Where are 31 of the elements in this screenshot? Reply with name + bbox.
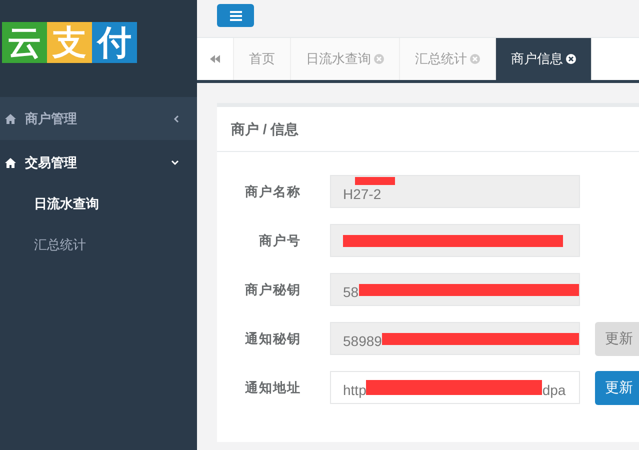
field-label: 通知秘钥 (244, 330, 301, 348)
input-field[interactable]: H27-2 (330, 175, 580, 208)
logo-tile: 支 (47, 22, 92, 63)
field-label: 商户秘钥 (244, 280, 301, 298)
logo-tile: 付 (92, 22, 137, 63)
input-field[interactable]: 58 (330, 273, 580, 306)
menu-item[interactable]: 商户管理 (0, 97, 197, 140)
field-label: 通知地址 (244, 378, 301, 396)
menu-icon (230, 10, 242, 20)
close-icon[interactable] (566, 54, 576, 64)
input-field[interactable] (330, 224, 580, 257)
input-field[interactable]: http dpa (330, 371, 580, 404)
tab[interactable]: 首页 (234, 38, 291, 80)
chevron-down-icon (171, 160, 179, 166)
menu-button[interactable] (217, 4, 254, 27)
submenu-item[interactable]: 汇总统计 (0, 227, 197, 268)
update-button[interactable]: 更新 (595, 322, 639, 356)
submenu-item[interactable]: 日流水查询 (0, 186, 197, 227)
home-icon (5, 158, 16, 168)
card-title: 商户 / 信息 (217, 107, 639, 152)
home-icon (5, 114, 16, 124)
chevron-left-icon (173, 114, 179, 122)
tab[interactable]: 日流水查询 (291, 38, 400, 80)
logo-tile: 云 (2, 22, 47, 63)
tab[interactable]: 商户信息 (496, 38, 592, 80)
field-label: 商户名称 (244, 182, 301, 200)
update-button[interactable]: 更新 (595, 370, 639, 404)
field-label: 商户号 (258, 232, 301, 250)
tab[interactable]: 汇总统计 (400, 38, 496, 80)
input-field[interactable]: 58989 (330, 322, 580, 355)
double-chevron-left-icon (210, 54, 220, 64)
